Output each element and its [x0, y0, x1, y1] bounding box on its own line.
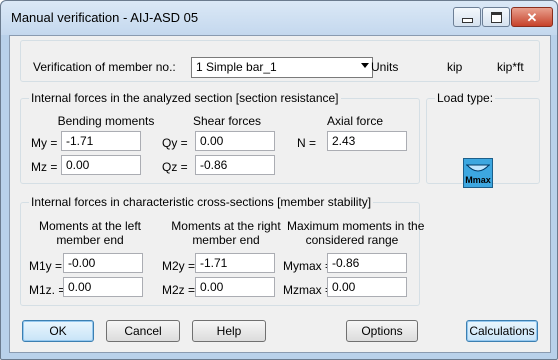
- n-field[interactable]: 2.43: [327, 131, 407, 151]
- m1z-field[interactable]: 0.00: [63, 277, 143, 297]
- m2y-label: M2y =: [162, 259, 196, 273]
- mymax-label: Mymax =: [283, 259, 333, 273]
- mz-field[interactable]: 0.00: [61, 155, 141, 175]
- section-resistance-group: Internal forces in the analyzed section …: [20, 91, 420, 184]
- my-label: My =: [31, 136, 58, 150]
- left-end-header-line2: member end: [56, 233, 124, 247]
- my-field[interactable]: -1.71: [61, 131, 141, 151]
- left-end-header-line1: Moments at the left: [38, 219, 142, 233]
- member-stability-title: Internal forces in characteristic cross-…: [29, 195, 374, 209]
- shear-forces-header: Shear forces: [192, 114, 262, 128]
- window-title: Manual verification - AIJ-ASD 05: [11, 10, 199, 25]
- close-button[interactable]: ✕: [511, 7, 553, 27]
- close-icon: ✕: [526, 9, 538, 25]
- title-bar[interactable]: Manual verification - AIJ-ASD 05 ✕: [1, 1, 557, 35]
- mzmax-label: Mzmax =: [283, 283, 333, 297]
- calculations-button[interactable]: Calculations: [466, 320, 538, 342]
- n-label: N =: [297, 136, 317, 150]
- m2z-label: M2z =: [162, 283, 196, 297]
- options-button[interactable]: Options: [346, 320, 418, 342]
- mmax-icon-text: Mmax: [465, 175, 491, 185]
- minimize-button[interactable]: [453, 7, 481, 27]
- mz-label: Mz =: [31, 160, 58, 174]
- unit-moment: kip*ft: [497, 60, 524, 74]
- chevron-down-icon: [361, 63, 369, 68]
- m2z-field[interactable]: 0.00: [195, 277, 275, 297]
- qz-field[interactable]: -0.86: [195, 155, 275, 175]
- bending-moments-header: Bending moments: [57, 114, 155, 128]
- minimize-icon: [461, 17, 473, 23]
- qy-label: Qy =: [162, 136, 188, 150]
- m1y-field[interactable]: -0.00: [63, 253, 143, 273]
- cancel-button[interactable]: Cancel: [106, 320, 180, 342]
- axial-force-header: Axial force: [326, 114, 384, 128]
- ok-button[interactable]: OK: [22, 320, 94, 342]
- member-selection-group: Verification of member no.: 1 Simple bar…: [20, 40, 540, 82]
- member-select[interactable]: 1 Simple bar_1: [191, 57, 373, 78]
- m2y-field[interactable]: -1.71: [195, 253, 275, 273]
- unit-force: kip: [447, 60, 463, 74]
- mmax-load-icon[interactable]: Mmax: [463, 158, 493, 188]
- m1z-label: M1z. =: [29, 283, 66, 297]
- member-stability-group: Internal forces in characteristic cross-…: [20, 195, 425, 306]
- mzmax-field[interactable]: 0.00: [327, 277, 407, 297]
- right-end-header-line2: member end: [192, 233, 260, 247]
- m1y-label: M1y =: [29, 259, 63, 273]
- max-moments-header-line1: Maximum moments in the: [287, 219, 425, 233]
- dialog-window: Manual verification - AIJ-ASD 05 ✕ Verif…: [0, 0, 558, 360]
- member-select-value: 1 Simple bar_1: [196, 60, 277, 74]
- dialog-client-area: Verification of member no.: 1 Simple bar…: [9, 35, 551, 353]
- mymax-field[interactable]: -0.86: [327, 253, 407, 273]
- units-label: Units: [371, 60, 399, 74]
- max-moments-header-line2: considered range: [305, 233, 399, 247]
- maximize-button[interactable]: [482, 7, 510, 27]
- right-end-header-line1: Moments at the right: [171, 219, 281, 233]
- qy-field[interactable]: 0.00: [195, 131, 275, 151]
- section-resistance-title: Internal forces in the analyzed section …: [29, 91, 341, 105]
- help-button[interactable]: Help: [192, 320, 266, 342]
- qz-label: Qz =: [162, 160, 188, 174]
- verification-label: Verification of member no.:: [33, 60, 176, 74]
- maximize-icon: [490, 11, 502, 23]
- load-type-title: Load type:: [435, 91, 496, 105]
